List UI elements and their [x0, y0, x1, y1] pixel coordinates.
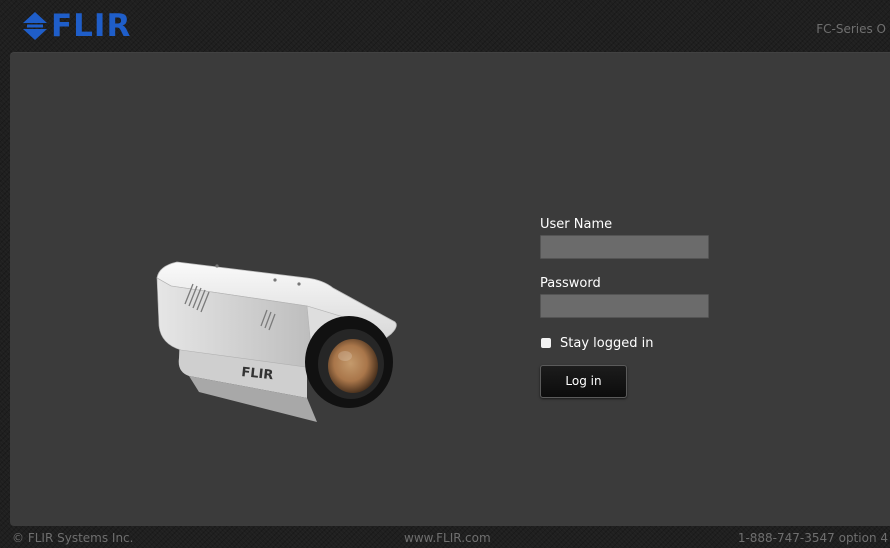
top-bar: FLIR FC-Series O: [0, 0, 890, 52]
product-name: FC-Series O: [816, 22, 886, 36]
flir-diamond-icon: [23, 12, 47, 40]
login-button[interactable]: Log in: [540, 365, 627, 398]
logo-text: FLIR: [51, 8, 132, 44]
copyright-text: © FLIR Systems Inc.: [12, 531, 134, 545]
login-panel: FLIR User Name Password Stay logged in L…: [10, 52, 890, 526]
username-input[interactable]: [540, 235, 709, 259]
support-phone: 1-888-747-3547 option 4: [737, 531, 888, 545]
password-label: Password: [540, 276, 601, 291]
stay-logged-in-label[interactable]: Stay logged in: [560, 336, 653, 351]
login-form: User Name Password Stay logged in Log in: [540, 216, 720, 398]
stay-logged-in-row[interactable]: Stay logged in: [540, 334, 720, 352]
website-link[interactable]: www.FLIR.com: [404, 531, 491, 545]
footer: © FLIR Systems Inc. www.FLIR.com 1-888-7…: [0, 526, 890, 548]
stay-logged-in-checkbox[interactable]: [541, 338, 551, 348]
thermal-camera-image: FLIR: [156, 261, 397, 422]
password-input[interactable]: [540, 294, 709, 318]
flir-logo: FLIR: [22, 8, 131, 44]
username-label: User Name: [540, 217, 613, 232]
